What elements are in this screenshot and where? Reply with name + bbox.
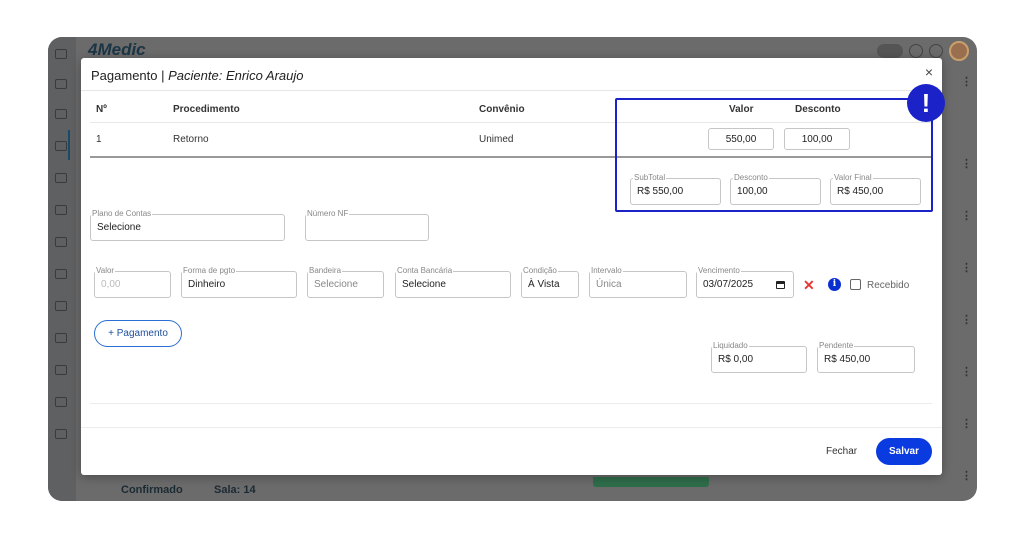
inbox-icon[interactable] <box>55 141 67 151</box>
valor-input[interactable]: 550,00 <box>708 128 774 150</box>
numero-nf-label: Número NF <box>306 209 350 218</box>
home-icon[interactable] <box>55 79 67 89</box>
recebido-checkbox[interactable] <box>850 279 861 290</box>
patient-name: Paciente: Enrico Araujo <box>168 68 304 83</box>
plano-de-contas-label: Plano de Contas <box>91 209 153 218</box>
dollar-icon[interactable] <box>55 333 67 343</box>
table-bottom-divider <box>90 156 932 158</box>
liquidado-field: R$ 0,00 <box>711 346 807 373</box>
col-header-valor: Valor <box>729 104 754 115</box>
vencimento-date-input[interactable]: 03/07/2025 <box>696 271 794 298</box>
fechar-button[interactable]: Fechar <box>826 446 857 457</box>
header-divider <box>81 90 942 91</box>
vencimento-label: Vencimento <box>697 266 741 275</box>
alert-icon: ! <box>907 84 945 122</box>
content-divider <box>90 403 932 404</box>
toggle-icon[interactable] <box>877 44 903 58</box>
add-payment-button[interactable]: + Pagamento <box>94 320 182 347</box>
col-header-procedimento: Procedimento <box>173 104 240 115</box>
vencimento-value: 03/07/2025 <box>703 279 754 290</box>
search-icon[interactable] <box>909 44 923 58</box>
calendar-icon[interactable] <box>55 109 67 119</box>
payment-valor-input[interactable]: 0,00 <box>94 271 171 298</box>
condicao-label: Condição <box>522 266 558 275</box>
shuffle-icon[interactable] <box>55 269 67 279</box>
phone-icon[interactable] <box>55 237 67 247</box>
more-vertical-icon[interactable]: ⋮ <box>961 469 972 482</box>
header-row-divider <box>90 122 932 123</box>
forma-pgto-label: Forma de pgto <box>182 266 237 275</box>
more-vertical-icon[interactable]: ⋮ <box>961 417 972 430</box>
payment-valor-label: Valor <box>95 266 116 275</box>
intervalo-label: Intervalo <box>590 266 623 275</box>
more-vertical-icon[interactable]: ⋮ <box>961 365 972 378</box>
status-bar <box>593 477 709 487</box>
background-appointment-row: Confirmado Sala: 14 <box>76 477 946 501</box>
more-vertical-icon[interactable]: ⋮ <box>961 157 972 170</box>
salvar-button[interactable]: Salvar <box>876 438 932 465</box>
row-convenio: Unimed <box>479 134 514 145</box>
email-icon[interactable] <box>55 205 67 215</box>
desconto-input[interactable]: 100,00 <box>784 128 850 150</box>
col-header-num: Nº <box>96 104 107 115</box>
title-separator: | <box>161 68 165 83</box>
room-label: Sala: 14 <box>214 484 256 496</box>
subtotal-label: SubTotal <box>633 173 667 182</box>
bandeira-select[interactable]: Selecione <box>307 271 384 298</box>
valor-final-label: Valor Final <box>833 173 873 182</box>
more-vertical-icon[interactable]: ⋮ <box>961 209 972 222</box>
info-icon[interactable]: i <box>828 278 841 291</box>
plano-de-contas-select[interactable]: Selecione <box>90 214 285 241</box>
row-procedimento: Retorno <box>173 134 209 145</box>
close-icon[interactable]: × <box>925 64 933 80</box>
user-icon[interactable] <box>55 173 67 183</box>
liquidado-label: Liquidado <box>712 341 749 350</box>
calendar-icon[interactable] <box>776 281 785 289</box>
modal-title-text: Pagamento <box>91 68 158 83</box>
pendente-label: Pendente <box>818 341 855 350</box>
desconto-total-label: Desconto <box>733 173 769 182</box>
condicao-select[interactable]: À Vista <box>521 271 579 298</box>
more-vertical-icon[interactable]: ⋮ <box>961 75 972 88</box>
remove-payment-icon[interactable]: ✕ <box>803 277 815 294</box>
valor-final-field: R$ 450,00 <box>830 178 921 205</box>
col-header-desconto: Desconto <box>795 104 841 115</box>
bandeira-label: Bandeira <box>308 266 343 275</box>
intervalo-select[interactable]: Única <box>589 271 687 298</box>
row-actions-column: ⋮ ⋮ ⋮ ⋮ ⋮ ⋮ ⋮ ⋮ <box>941 57 977 497</box>
active-indicator <box>68 130 70 160</box>
conta-bancaria-select[interactable]: Selecione <box>395 271 511 298</box>
footer-divider <box>81 427 942 428</box>
accessibility-icon[interactable] <box>55 397 67 407</box>
pendente-field: R$ 450,00 <box>817 346 915 373</box>
left-sidebar <box>48 37 76 501</box>
app-logo: 4Medic <box>88 40 146 59</box>
row-num: 1 <box>96 134 102 145</box>
settings-icon[interactable] <box>55 429 67 439</box>
forma-pgto-select[interactable]: Dinheiro <box>181 271 297 298</box>
payment-modal: Pagamento | Paciente: Enrico Araujo × Nº… <box>81 58 942 475</box>
modal-title: Pagamento | Paciente: Enrico Araujo <box>91 68 304 83</box>
subtotal-field: R$ 550,00 <box>630 178 721 205</box>
menu-icon[interactable] <box>55 49 67 59</box>
desconto-total-field: 100,00 <box>730 178 821 205</box>
col-header-convenio: Convênio <box>479 104 525 115</box>
numero-nf-input[interactable] <box>305 214 429 241</box>
box-icon[interactable] <box>55 365 67 375</box>
conta-bancaria-label: Conta Bancária <box>396 266 454 275</box>
recebido-label: Recebido <box>867 280 910 291</box>
more-vertical-icon[interactable]: ⋮ <box>961 261 972 274</box>
status-label: Confirmado <box>121 484 183 496</box>
more-vertical-icon[interactable]: ⋮ <box>961 313 972 326</box>
clipboard-icon[interactable] <box>55 301 67 311</box>
help-icon[interactable] <box>929 44 943 58</box>
